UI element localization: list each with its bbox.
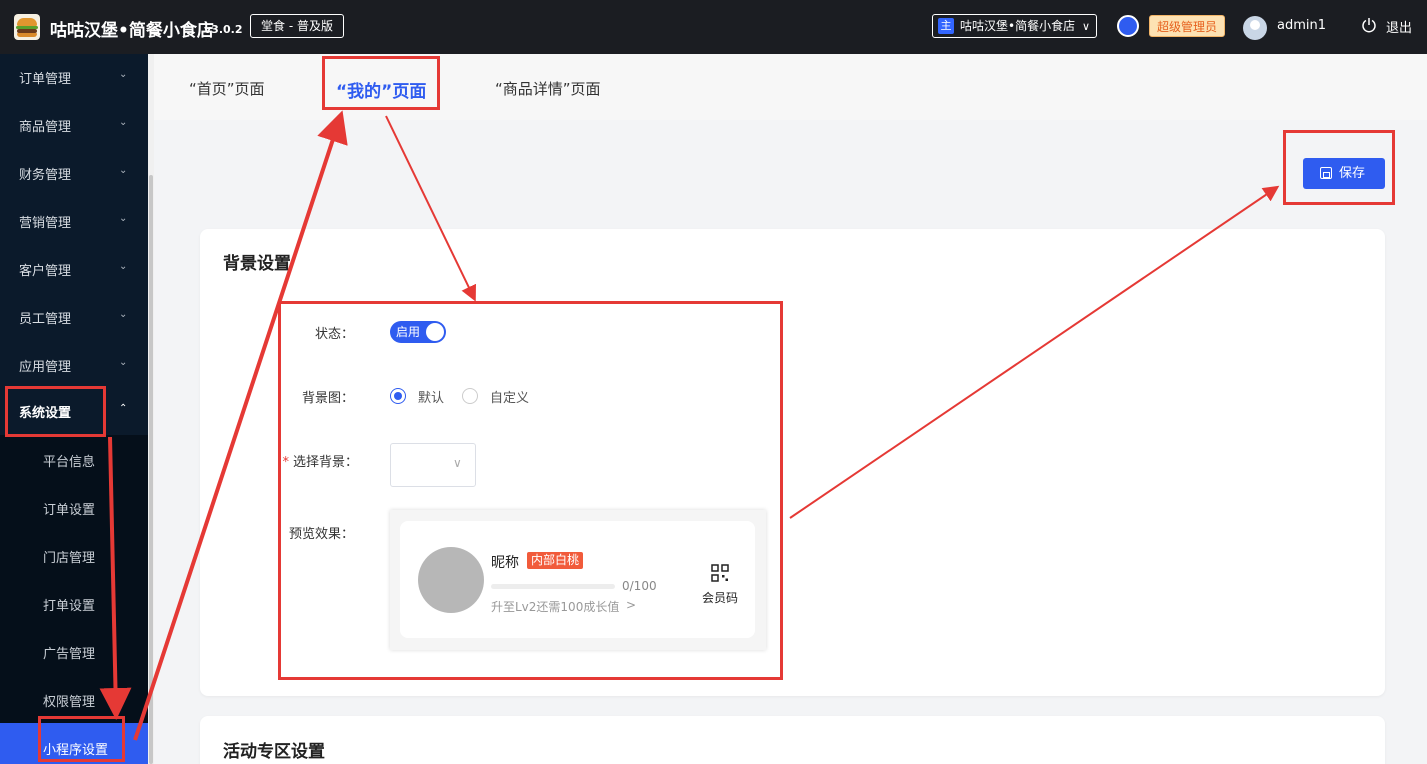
sidebar-item-label: 应用管理 xyxy=(19,360,72,375)
logout-button[interactable]: 退出 xyxy=(1386,17,1412,36)
annotation-box-system-settings xyxy=(5,386,106,437)
chevron-down-icon: ⌄ xyxy=(119,117,128,128)
sidebar-subitem-ads[interactable]: 广告管理 xyxy=(0,627,148,675)
sidebar-subitem-order-settings[interactable]: 订单设置 xyxy=(0,483,148,531)
store-name: 咕咕汉堡•简餐小食店 xyxy=(960,19,1076,33)
theme-color-icon[interactable] xyxy=(1117,15,1139,37)
sidebar-subitem-print-settings[interactable]: 打单设置 xyxy=(0,579,148,627)
annotation-box-mine-tab xyxy=(322,56,440,110)
chevron-up-icon: ⌃ xyxy=(119,403,128,414)
sidebar-scroll-thumb[interactable] xyxy=(149,175,153,764)
sidebar-item-label: 营销管理 xyxy=(19,216,72,231)
sidebar-item-orders[interactable]: 订单管理 ⌄ xyxy=(0,54,148,102)
sidebar-item-products[interactable]: 商品管理 ⌄ xyxy=(0,102,148,150)
chevron-down-icon: ⌄ xyxy=(119,261,128,272)
sidebar-subitem-label: 权限管理 xyxy=(43,695,96,710)
sidebar-subitem-label: 平台信息 xyxy=(43,455,96,470)
sidebar-item-apps[interactable]: 应用管理 ⌄ xyxy=(0,342,148,390)
username[interactable]: admin1 xyxy=(1277,18,1326,33)
store-badge: 主 xyxy=(938,18,954,34)
edition-badge: 堂食 - 普及版 xyxy=(250,14,344,38)
sidebar-item-customers[interactable]: 客户管理 ⌄ xyxy=(0,246,148,294)
sidebar-subitem-platform-info[interactable]: 平台信息 xyxy=(0,435,148,483)
sidebar-item-label: 商品管理 xyxy=(19,120,72,135)
power-icon[interactable] xyxy=(1361,17,1377,33)
chevron-down-icon: ⌄ xyxy=(119,165,128,176)
section-title: 背景设置 xyxy=(223,254,291,274)
sidebar-subitem-store-management[interactable]: 门店管理 xyxy=(0,531,148,579)
sidebar-subitem-label: 订单设置 xyxy=(43,503,96,518)
annotation-box-miniprogram xyxy=(38,716,125,762)
sidebar-item-marketing[interactable]: 营销管理 ⌄ xyxy=(0,198,148,246)
sidebar-item-label: 员工管理 xyxy=(19,312,72,327)
role-badge: 超级管理员 xyxy=(1149,15,1226,37)
annotation-box-settings xyxy=(278,301,783,680)
activity-settings-card: 活动专区设置 xyxy=(200,716,1385,764)
sidebar-subitem-label: 门店管理 xyxy=(43,551,96,566)
sidebar-item-label: 订单管理 xyxy=(19,72,72,87)
app-name: 咕咕汉堡•简餐小食店 xyxy=(50,21,214,41)
sidebar-item-finance[interactable]: 财务管理 ⌄ xyxy=(0,150,148,198)
sidebar-subitem-label: 广告管理 xyxy=(43,647,96,662)
chevron-down-icon: ∨ xyxy=(1081,20,1090,33)
chevron-down-icon: ⌄ xyxy=(119,69,128,80)
avatar[interactable] xyxy=(1243,16,1267,40)
chevron-down-icon: ⌄ xyxy=(119,213,128,224)
store-selector[interactable]: 主 咕咕汉堡•简餐小食店 ∨ xyxy=(932,14,1097,38)
sidebar-item-staff[interactable]: 员工管理 ⌄ xyxy=(0,294,148,342)
chevron-down-icon: ⌄ xyxy=(119,357,128,368)
tab-home-page[interactable]: “首页”页面 xyxy=(189,78,265,99)
sidebar-submenu: 平台信息 订单设置 门店管理 打单设置 广告管理 权限管理 小程序设置 xyxy=(0,435,148,764)
burger-logo-icon xyxy=(14,14,40,40)
annotation-box-save xyxy=(1283,130,1395,205)
tab-product-detail-page[interactable]: “商品详情”页面 xyxy=(495,78,601,99)
chevron-down-icon: ⌄ xyxy=(119,309,128,320)
sidebar-item-label: 财务管理 xyxy=(19,168,72,183)
app-version: v3.0.2 xyxy=(204,23,243,36)
sidebar-item-label: 客户管理 xyxy=(19,264,72,279)
section-title: 活动专区设置 xyxy=(223,742,325,762)
top-bar: 咕咕汉堡•简餐小食店 v3.0.2 堂食 - 普及版 主 咕咕汉堡•简餐小食店 … xyxy=(0,0,1427,54)
sidebar-subitem-label: 打单设置 xyxy=(43,599,96,614)
